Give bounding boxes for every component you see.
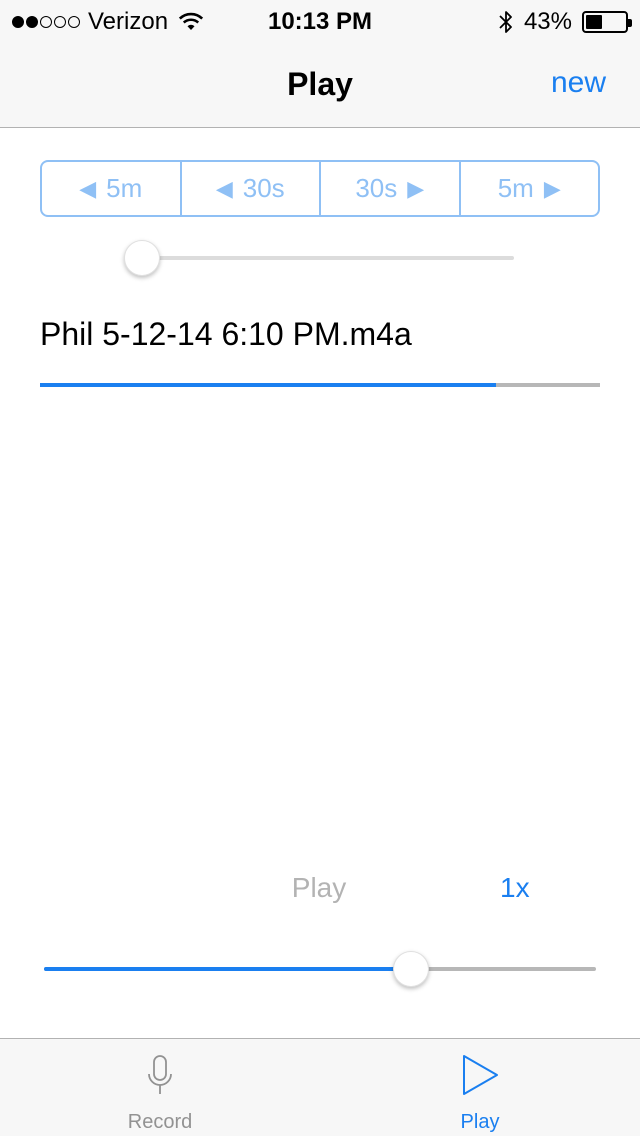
battery-level-fill — [586, 15, 602, 29]
skip-back-30s-button[interactable]: ◀ 30s — [182, 162, 321, 215]
speed-slider-thumb[interactable] — [393, 951, 429, 987]
play-button[interactable]: Play — [0, 872, 638, 904]
skip-back-5m-button[interactable]: ◀ 5m — [42, 162, 182, 215]
tab-record-label: Record — [127, 1111, 193, 1133]
tab-play-label: Play — [460, 1111, 500, 1133]
status-right: 43% — [498, 8, 632, 36]
skip-forward-5m-label: 5m — [497, 173, 534, 203]
navigation-bar: Play new — [0, 40, 640, 128]
playback-progress-bar — [40, 383, 600, 387]
new-button[interactable]: new — [551, 66, 606, 100]
play-icon — [463, 1055, 498, 1095]
tab-record[interactable]: Record — [0, 1039, 320, 1136]
speed-slider-fill — [44, 967, 411, 971]
skip-segmented-control: ◀ 5m ◀ 30s 30s ▶ 5m ▶ — [40, 160, 600, 217]
screen: Verizon 10:13 PM 43% Play new ◀ 5m ◀ 30s… — [0, 0, 640, 1136]
battery-icon — [582, 11, 632, 33]
file-name: Phil 5-12-14 6:10 PM.m4a — [40, 316, 412, 352]
playback-progress-fill — [40, 383, 497, 387]
skip-back-30s-label: 30s — [242, 173, 285, 203]
arrow-right-icon: ▶ — [543, 175, 561, 201]
battery-percent: 43% — [523, 8, 572, 35]
bluetooth-icon — [499, 11, 512, 33]
microphone-icon — [148, 1055, 172, 1094]
tab-play[interactable]: Play — [320, 1039, 640, 1136]
battery-nub — [628, 19, 632, 27]
status-bar: Verizon 10:13 PM 43% — [0, 0, 640, 40]
position-slider-thumb[interactable] — [124, 240, 160, 276]
skip-forward-5m-button[interactable]: 5m ▶ — [461, 162, 599, 215]
arrow-right-icon: ▶ — [407, 175, 425, 201]
position-slider-track[interactable] — [140, 256, 514, 260]
arrow-left-icon: ◀ — [215, 175, 233, 201]
playback-rate-button[interactable]: 1x — [500, 872, 530, 904]
speed-slider-track[interactable] — [44, 967, 596, 971]
page-title: Play — [287, 66, 353, 102]
arrow-left-icon: ◀ — [79, 175, 97, 201]
skip-forward-30s-label: 30s — [355, 173, 398, 203]
tab-bar: Record Play — [0, 1038, 640, 1136]
skip-back-5m-label: 5m — [106, 173, 143, 203]
skip-forward-30s-button[interactable]: 30s ▶ — [321, 162, 461, 215]
